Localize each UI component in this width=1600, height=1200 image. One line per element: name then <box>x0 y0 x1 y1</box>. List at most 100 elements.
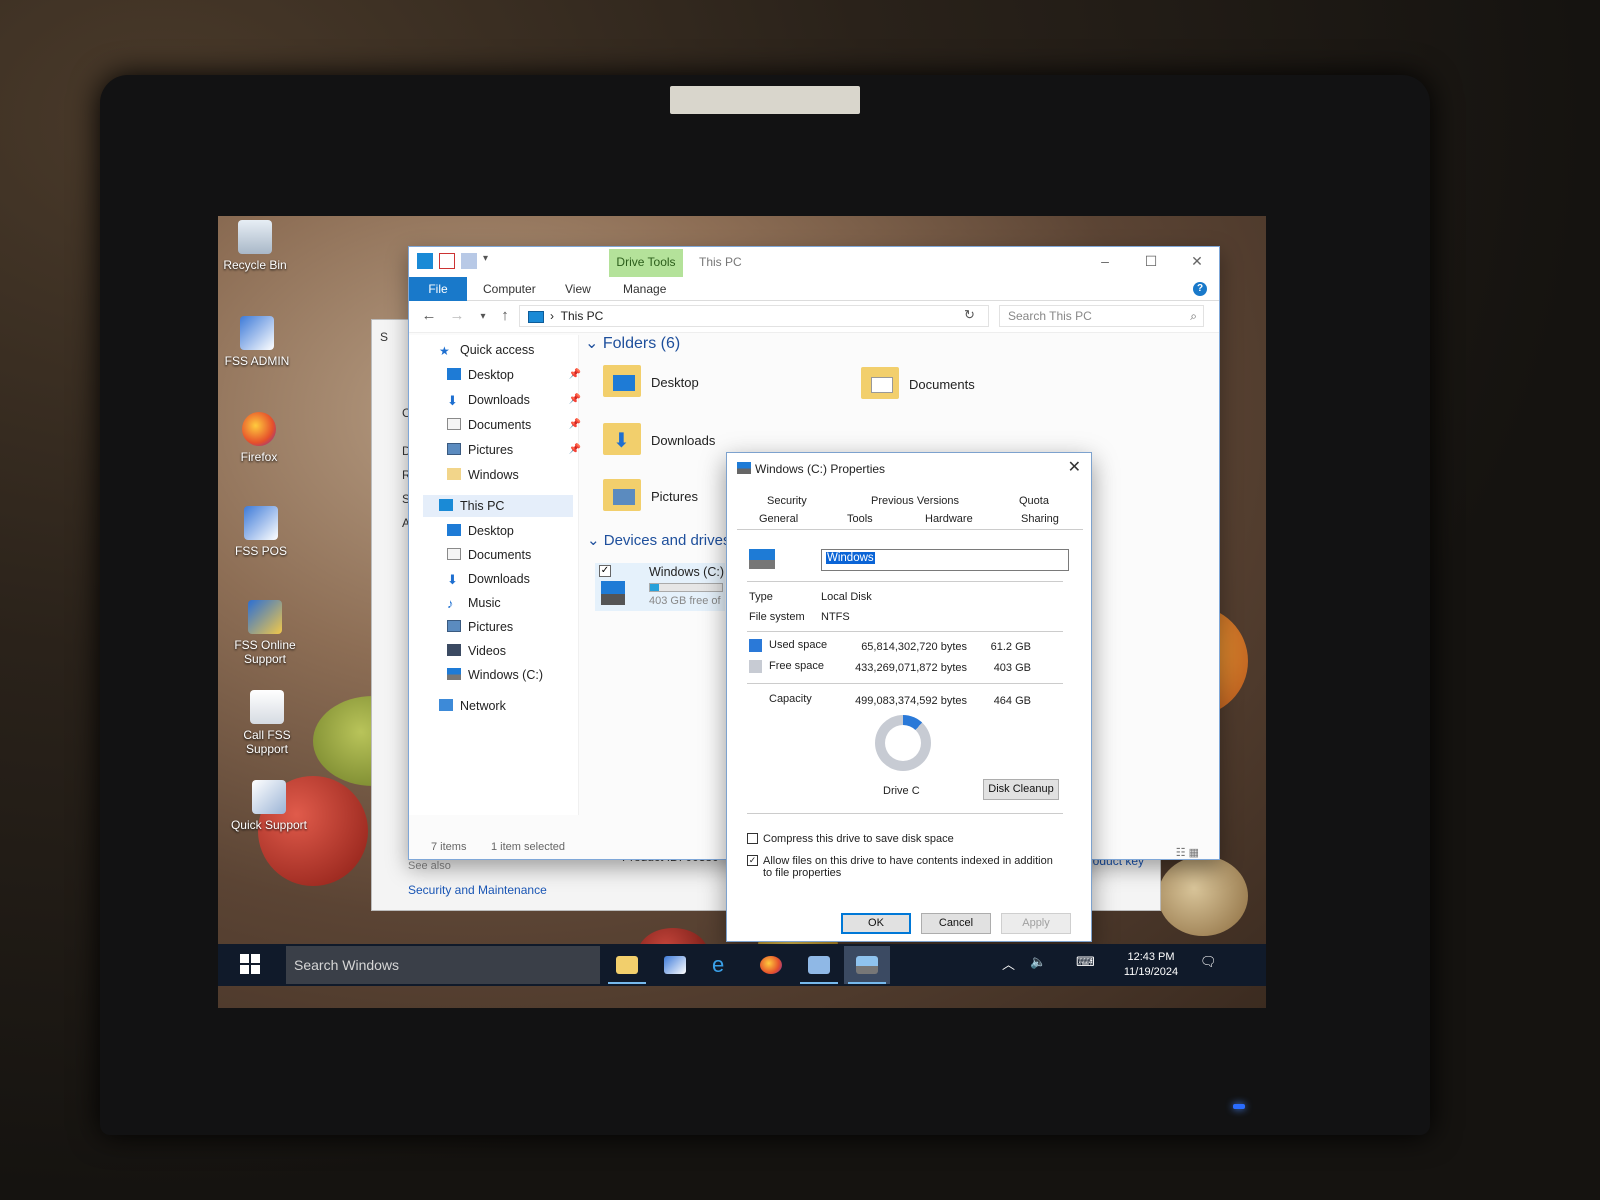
pin-icon[interactable]: 📌 <box>569 414 581 436</box>
volume-name-input[interactable]: Windows <box>821 549 1069 571</box>
nav-qa-pictures[interactable]: Pictures 📌 <box>447 439 587 461</box>
up-arrow-icon[interactable]: ↑ <box>495 307 515 324</box>
close-icon[interactable]: ✕ <box>1068 457 1081 477</box>
document-icon <box>447 548 461 560</box>
tab-tools[interactable]: Tools <box>847 513 873 525</box>
file-system-label: File system <box>749 611 805 623</box>
tab-general[interactable]: General <box>759 513 798 525</box>
disk-cleanup-button[interactable]: Disk Cleanup <box>983 779 1059 800</box>
drive-windows-c[interactable]: ✓ Windows (C:) 403 GB free of <box>595 563 725 611</box>
download-arrow-icon: ⬇ <box>447 393 458 408</box>
volume-icon[interactable]: 🔈 <box>1030 954 1046 970</box>
ok-button[interactable]: OK <box>841 913 911 934</box>
desktop-icon-fss-online-support[interactable]: FSS Online Support <box>220 600 310 666</box>
capacity-label: Capacity <box>769 693 812 705</box>
tab-hardware[interactable]: Hardware <box>925 513 973 525</box>
used-space-swatch <box>749 639 762 652</box>
show-hidden-icons-chevron[interactable]: ︿ <box>1002 954 1015 973</box>
clock-date: 11/19/2024 <box>1123 966 1179 978</box>
folders-section-header[interactable]: ⌄ Folders (6) <box>585 333 680 353</box>
index-checkbox[interactable]: ✓ <box>747 855 758 866</box>
nav-qa-windows[interactable]: Windows <box>447 464 587 486</box>
navigation-pane[interactable]: ★ Quick access Desktop 📌 ⬇ Downloads 📌 Docum… <box>409 335 581 815</box>
drive-properties-dialog[interactable]: Windows (C:) Properties ✕ Security Previ… <box>726 452 1092 942</box>
nav-label: Downloads <box>468 572 530 586</box>
help-icon[interactable]: ? <box>1193 282 1207 296</box>
capacity-gb: 464 GB <box>993 695 1031 707</box>
action-center-icon[interactable]: 🗨 <box>1200 954 1217 970</box>
nav-label: Documents <box>468 548 532 562</box>
windows-start-icon[interactable] <box>240 954 260 974</box>
nav-pc-downloads[interactable]: ⬇ Downloads <box>447 568 587 590</box>
tab-manage[interactable]: Manage <box>611 279 678 301</box>
desktop-icon-firefox[interactable]: Firefox <box>218 412 304 464</box>
desktop-icon-fss-pos[interactable]: FSS POS <box>218 506 306 558</box>
desktop-icon-call-fss-support[interactable]: Call FSS Support <box>222 690 312 756</box>
clock-time: 12:43 PM <box>1127 951 1175 963</box>
dialog-title: Windows (C:) Properties <box>755 462 886 476</box>
taskbar-clock[interactable]: 12:43 PM 11/19/2024 <box>1106 950 1196 980</box>
nav-qa-downloads[interactable]: ⬇ Downloads 📌 <box>447 389 587 411</box>
tab-view[interactable]: View <box>553 279 603 301</box>
taskbar-internet-explorer[interactable]: e <box>700 946 746 984</box>
tab-security[interactable]: Security <box>767 495 807 507</box>
firefox-icon <box>242 412 276 446</box>
properties-icon[interactable] <box>439 253 455 269</box>
refresh-icon[interactable]: ↻ <box>964 307 975 323</box>
drive-icon <box>856 956 878 974</box>
document-icon <box>447 418 461 430</box>
maximize-button[interactable]: ☐ <box>1131 253 1171 270</box>
taskbar-search-input[interactable]: Search Windows <box>286 946 600 984</box>
back-arrow-icon[interactable]: ← <box>419 307 439 324</box>
nav-pc-windows-c[interactable]: Windows (C:) <box>447 664 587 686</box>
taskbar-file-explorer[interactable] <box>604 946 650 984</box>
view-toggle-icons[interactable]: ☷ ▦ <box>1176 841 1199 865</box>
taskbar-system[interactable] <box>796 946 842 984</box>
free-space-bytes: 433,269,071,872 bytes <box>855 662 967 674</box>
cancel-button[interactable]: Cancel <box>921 913 991 934</box>
compress-checkbox[interactable] <box>747 833 758 844</box>
pin-icon[interactable]: 📌 <box>569 439 581 461</box>
close-button[interactable]: ✕ <box>1177 253 1217 270</box>
new-folder-icon[interactable] <box>461 253 477 269</box>
tab-quota[interactable]: Quota <box>1019 495 1049 507</box>
taskbar-firefox[interactable] <box>748 946 794 984</box>
nav-this-pc[interactable]: This PC <box>423 495 573 517</box>
tab-sharing[interactable]: Sharing <box>1021 513 1059 525</box>
keyboard-icon[interactable]: ⌨ <box>1076 954 1095 970</box>
nav-network[interactable]: Network <box>439 695 579 717</box>
taskbar-drive-properties[interactable] <box>844 946 890 984</box>
index-label: Allow files on this drive to have conten… <box>763 855 1053 879</box>
selection-checkbox[interactable]: ✓ <box>599 565 611 577</box>
search-placeholder: Search This PC <box>1008 309 1092 323</box>
desktop-icon-fss-admin[interactable]: FSS ADMIN <box>218 316 302 368</box>
desktop-icon-recycle-bin[interactable]: Recycle Bin <box>218 220 300 272</box>
search-input[interactable]: Search This PC ⌕ <box>999 305 1204 327</box>
nav-pc-pictures[interactable]: Pictures <box>447 616 587 638</box>
recent-locations-icon[interactable]: ▾ <box>473 311 493 322</box>
nav-pc-music[interactable]: ♪ Music <box>447 592 587 614</box>
tab-computer[interactable]: Computer <box>471 279 548 301</box>
nav-pc-videos[interactable]: Videos <box>447 640 587 662</box>
nav-quick-access[interactable]: ★ Quick access <box>439 339 579 361</box>
minimize-button[interactable]: – <box>1085 253 1125 269</box>
pin-icon[interactable]: 📌 <box>569 364 581 386</box>
pin-icon[interactable]: 📌 <box>569 389 581 411</box>
apply-button[interactable]: Apply <box>1001 913 1071 934</box>
devices-section-header[interactable]: ⌄ Devices and drives <box>587 531 730 549</box>
nav-qa-desktop[interactable]: Desktop 📌 <box>447 364 587 386</box>
customize-qat-icon[interactable]: ▾ <box>483 253 499 269</box>
forward-arrow-icon[interactable]: → <box>447 307 467 324</box>
nav-pc-documents[interactable]: Documents <box>447 544 587 566</box>
nav-qa-documents[interactable]: Documents 📌 <box>447 414 587 436</box>
tab-file[interactable]: File <box>409 277 467 301</box>
desktop-icon-quick-support[interactable]: Quick Support <box>224 780 314 832</box>
pictures-icon <box>447 620 461 632</box>
explorer-titlebar[interactable]: ▾ Drive Tools This PC – ☐ ✕ <box>409 247 1219 279</box>
nav-pc-desktop[interactable]: Desktop <box>447 520 587 542</box>
security-maintenance-link[interactable]: Security and Maintenance <box>408 883 547 897</box>
tab-previous-versions[interactable]: Previous Versions <box>871 495 959 507</box>
address-input[interactable]: › This PC <box>519 305 989 327</box>
online-support-icon <box>248 600 282 634</box>
taskbar-fss[interactable] <box>652 946 698 984</box>
